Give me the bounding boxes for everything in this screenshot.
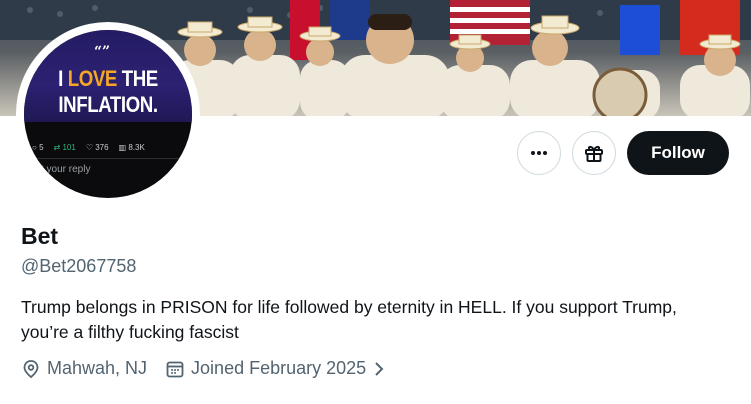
view-count-value: 8.3K bbox=[128, 143, 145, 152]
avatar-image: “” I LOVE THE INFLATION. ○ 5 ⇄ 101 ♡ 376… bbox=[24, 30, 192, 198]
avatar-headline-line1: I LOVE THE bbox=[37, 66, 180, 92]
profile-bio: Trump belongs in PRISON for life followe… bbox=[21, 297, 677, 342]
avatar-line1-prefix: I bbox=[58, 66, 68, 91]
profile-avatar[interactable]: “” I LOVE THE INFLATION. ○ 5 ⇄ 101 ♡ 376… bbox=[20, 26, 196, 202]
profile-handle: @Bet2067758 bbox=[21, 256, 137, 276]
reply-count-value: 5 bbox=[39, 143, 44, 152]
profile-location: Mahwah, NJ bbox=[21, 358, 147, 379]
quote-mark-icon: “” bbox=[94, 44, 111, 60]
gift-button[interactable] bbox=[572, 131, 616, 175]
avatar-tweet-stats: ○ 5 ⇄ 101 ♡ 376 ▥ 8.3K bbox=[32, 143, 192, 152]
avatar-reply-placeholder: st your reply bbox=[36, 164, 91, 175]
chevron-right-icon bbox=[375, 361, 384, 376]
joined-text: Joined February 2025 bbox=[191, 358, 367, 378]
profile-name: Bet bbox=[21, 223, 59, 249]
location-pin-icon bbox=[23, 359, 39, 378]
avatar-line1-highlight: LOVE bbox=[67, 66, 118, 91]
follow-button[interactable]: Follow bbox=[627, 131, 729, 175]
gift-icon bbox=[585, 146, 603, 162]
more-dots-icon bbox=[531, 151, 547, 155]
avatar-reply-count: ○ 5 bbox=[32, 143, 44, 152]
avatar-like-count: ♡ 376 bbox=[85, 143, 109, 152]
profile-meta-row: Mahwah, NJ Joined February 2025 bbox=[21, 358, 386, 379]
avatar-divider bbox=[24, 158, 192, 159]
location-text: Mahwah, NJ bbox=[47, 358, 148, 378]
like-count-value: 376 bbox=[95, 143, 109, 152]
avatar-line1-suffix: THE bbox=[116, 66, 159, 91]
retweet-count-value: 101 bbox=[62, 143, 76, 152]
more-options-button[interactable] bbox=[517, 131, 561, 175]
avatar-view-count: ▥ 8.3K bbox=[118, 143, 145, 152]
avatar-headline-line2: INFLATION. bbox=[58, 92, 158, 117]
avatar-retweet-count: ⇄ 101 bbox=[53, 143, 76, 152]
calendar-icon bbox=[166, 361, 184, 377]
profile-joined[interactable]: Joined February 2025 bbox=[165, 358, 386, 379]
